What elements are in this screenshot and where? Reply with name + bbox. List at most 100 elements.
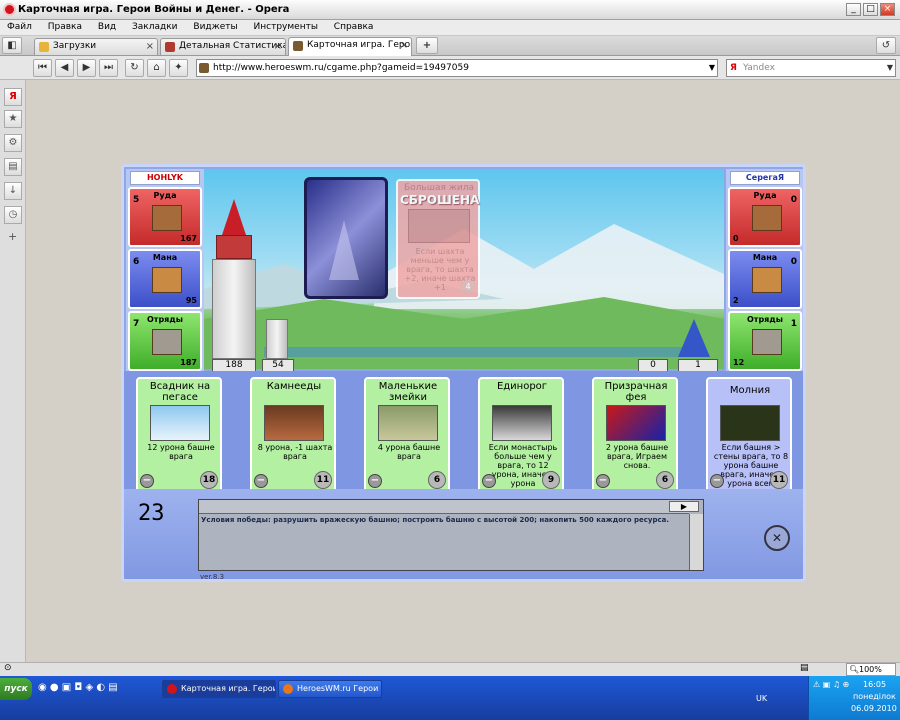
downloads-panel-icon[interactable]: ↓	[4, 182, 22, 200]
history-panel-icon[interactable]: ◷	[4, 206, 22, 224]
enemy-ore-rate: 0	[790, 195, 797, 205]
start-button[interactable]: пуск	[0, 678, 32, 700]
language-indicator[interactable]: UK	[756, 694, 767, 703]
yandex-icon: Я	[730, 63, 737, 73]
discard-button[interactable]: −	[140, 474, 154, 488]
view-mode-icon[interactable]: ▤	[800, 663, 809, 673]
add-panel-icon[interactable]: +	[8, 230, 17, 243]
notes-panel-icon[interactable]: ▤	[4, 158, 22, 176]
menu-file[interactable]: Файл	[7, 20, 32, 35]
enemy-mana-amount: 2	[733, 296, 739, 305]
maximize-button[interactable]: □	[863, 3, 878, 16]
rewind-button[interactable]: ⏮	[33, 59, 52, 77]
clock-date: 06.09.2010	[851, 704, 897, 713]
close-window-button[interactable]: ×	[880, 3, 895, 16]
menu-bookmarks[interactable]: Закладки	[132, 20, 178, 35]
sound-toggle-icon[interactable]: ✕	[764, 525, 790, 551]
address-url: http://www.heroeswm.ru/cgame.php?gameid=…	[213, 63, 469, 73]
discard-button[interactable]: −	[254, 474, 268, 488]
clock-time: 16:05	[863, 680, 887, 689]
yandex-panel-icon[interactable]: Я	[4, 88, 22, 106]
home-button[interactable]: ⌂	[147, 59, 166, 77]
quick-launch-icons[interactable]: ◉ ● ▣ ◘ ◈ ◐ ▤	[38, 682, 118, 693]
new-tab-button[interactable]: +	[416, 37, 438, 54]
windows-taskbar: пуск ◉ ● ▣ ◘ ◈ ◐ ▤ Карточная игра. Герои…	[0, 676, 900, 720]
opera-logo-icon	[167, 684, 177, 694]
card-cost: 11	[770, 471, 788, 489]
zoom-select[interactable]: 🔍︎ 100%	[846, 663, 896, 676]
lightning-image	[720, 405, 780, 441]
hand-card[interactable]: Молния Если башня > стены врага, то 8 ур…	[706, 377, 792, 493]
discard-button[interactable]: −	[482, 474, 496, 488]
side-panel: Я ★ ⚙ ▤ ↓ ◷ +	[0, 80, 26, 662]
taskbar-item-opera[interactable]: Карточная игра. Герои...	[162, 680, 276, 698]
tab-card-game[interactable]: Карточная игра. Герои... ×	[288, 37, 412, 56]
discard-button[interactable]: −	[368, 474, 382, 488]
window-title-bar: Карточная игра. Герои Войны и Денег. - O…	[0, 0, 900, 20]
minimize-button[interactable]: _	[846, 3, 861, 16]
card-cost: 11	[314, 471, 332, 489]
hand-card[interactable]: Камнееды 8 урона, -1 шахта врага − 11	[250, 377, 336, 493]
widgets-panel-icon[interactable]: ⚙	[4, 134, 22, 152]
log-send-button[interactable]: ▶	[669, 501, 699, 512]
forward-button[interactable]: ▶	[77, 59, 96, 77]
reload-button[interactable]: ↻	[125, 59, 144, 77]
tab-statistics[interactable]: Детальная Статистика... ×	[160, 38, 286, 55]
barracks-icon	[152, 329, 182, 355]
player-hand: Всадник на пегасе 12 урона башне врага −…	[124, 371, 803, 493]
card-description: 2 урона башне врага, Играем снова.	[605, 443, 669, 470]
monastery-icon	[752, 267, 782, 293]
menu-tools[interactable]: Инструменты	[254, 20, 318, 35]
navigation-bar: ⏮ ◀ ▶ ⏭ ↻ ⌂ ✦ http://www.heroeswm.ru/cga…	[0, 56, 900, 80]
menu-view[interactable]: Вид	[98, 20, 116, 35]
tab-downloads[interactable]: Загрузки ×	[34, 38, 158, 55]
victory-conditions: Условия победы: разрушить вражескую башн…	[201, 516, 670, 524]
magnifier-icon: 🔍︎	[849, 665, 860, 674]
address-field[interactable]: http://www.heroeswm.ru/cgame.php?gameid=…	[196, 59, 718, 77]
menu-widgets[interactable]: Виджеты	[193, 20, 237, 35]
tray-icons[interactable]: ⚠ ▣ ♫ ⊕	[813, 680, 849, 689]
card-cost: 18	[200, 471, 218, 489]
site-favicon-icon	[165, 42, 175, 52]
system-tray: ⚠ ▣ ♫ ⊕ 16:05 понеділок 06.09.2010	[808, 676, 900, 720]
close-tab-icon[interactable]: ×	[146, 39, 154, 54]
back-button[interactable]: ◀	[55, 59, 74, 77]
hand-card[interactable]: Призрачная фея 2 урона башне врага, Игра…	[592, 377, 678, 493]
closed-tabs-icon[interactable]: ↺	[876, 37, 896, 54]
discard-button[interactable]: −	[710, 474, 724, 488]
enemy-ore-card: Руда 0 0	[728, 187, 802, 247]
window-title: Карточная игра. Герои Войны и Денег. - O…	[18, 4, 290, 15]
player-ore-card: Руда 5 167	[128, 187, 202, 247]
wand-icon[interactable]: ✦	[169, 59, 188, 77]
card-name: Всадник на пегасе	[149, 381, 211, 403]
search-input[interactable]: Я Yandex ▼	[726, 59, 896, 77]
game-scene: 188 54 0 1 Большая жила СБРОШЕНА Если ша…	[204, 169, 724, 372]
card-cost: 6	[656, 471, 674, 489]
hand-card[interactable]: Маленькие змейки 4 урона башне врага − 6	[364, 377, 450, 493]
bookmarks-panel-icon[interactable]: ★	[4, 110, 22, 128]
hand-card[interactable]: Всадник на пегасе 12 урона башне врага −…	[136, 377, 222, 493]
discard-button[interactable]: −	[596, 474, 610, 488]
chevron-down-icon[interactable]: ▼	[709, 60, 715, 76]
status-bar: ⊙ ▤ 🔍︎ 100%	[0, 662, 900, 676]
menu-help[interactable]: Справка	[334, 20, 374, 35]
panels-toggle-icon[interactable]: ◧	[2, 37, 22, 54]
fast-forward-button[interactable]: ⏭	[99, 59, 118, 77]
enemy-tower	[678, 319, 710, 357]
status-settings-icon[interactable]: ⊙	[4, 663, 12, 673]
card-deck[interactable]	[304, 177, 388, 299]
hand-card[interactable]: Единорог Если монастырь больше чем у вра…	[478, 377, 564, 493]
card-game-board: 188 54 0 1 Большая жила СБРОШЕНА Если ша…	[121, 164, 806, 582]
player-tower	[212, 259, 256, 359]
monastery-icon	[152, 267, 182, 293]
close-tab-icon[interactable]: ×	[274, 39, 282, 54]
played-card: Большая жила СБРОШЕНА Если шахта меньше …	[396, 179, 480, 299]
taskbar-item-firefox[interactable]: HeroesWM.ru Герои в...	[278, 680, 382, 698]
log-scrollbar[interactable]	[689, 514, 703, 570]
card-name: Молния	[729, 385, 771, 396]
chevron-down-icon[interactable]: ▼	[887, 60, 893, 76]
menu-edit[interactable]: Правка	[48, 20, 82, 35]
barracks-icon	[752, 329, 782, 355]
close-tab-icon[interactable]: ×	[400, 38, 408, 53]
game-log[interactable]: ▶ Условия победы: разрушить вражескую ба…	[198, 499, 704, 571]
